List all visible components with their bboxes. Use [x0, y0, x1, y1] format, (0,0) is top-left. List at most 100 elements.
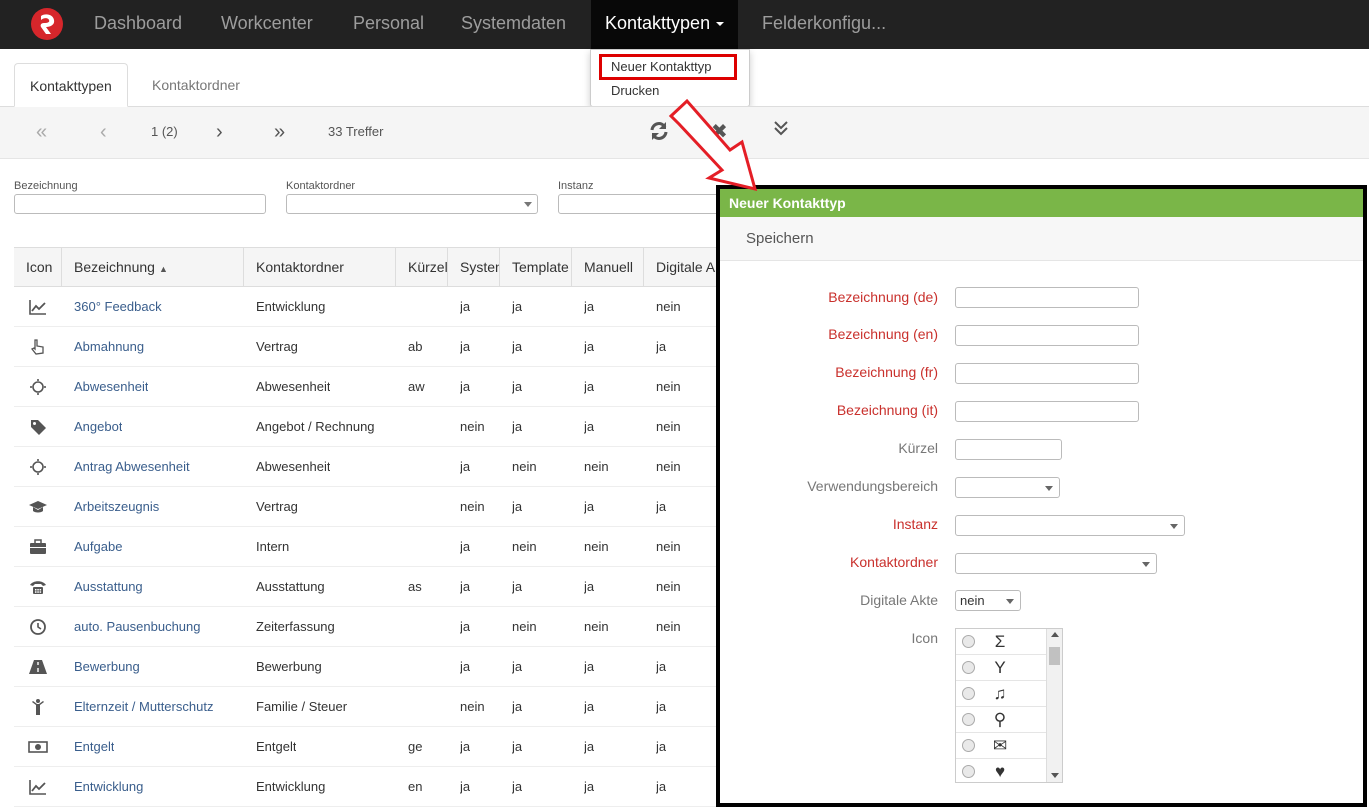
money-icon — [28, 738, 48, 756]
cell-bezeichnung[interactable]: Aufgabe — [74, 527, 122, 567]
col-header-bezeichnung[interactable]: Bezeichnung ▲ — [62, 248, 244, 286]
filter-kontaktordner-select[interactable] — [286, 194, 538, 214]
cell-bezeichnung[interactable]: Abmahnung — [74, 327, 144, 367]
table-row[interactable]: Antrag Abwesenheit Abwesenheit ja nein nein n… — [14, 447, 734, 487]
caret-down-icon — [1045, 486, 1053, 491]
next-page-icon[interactable]: › — [216, 121, 223, 144]
previous-page-icon[interactable]: ‹ — [100, 121, 107, 144]
cell-bezeichnung[interactable]: Arbeitszeugnis — [74, 487, 159, 527]
nav-dashboard[interactable]: Dashboard — [94, 0, 182, 49]
filter-bezeichnung-input[interactable] — [14, 194, 266, 214]
table-row[interactable]: 360° Feedback Entwicklung ja ja ja nein — [14, 287, 734, 327]
label-digitale-akte: Digitale Akte — [860, 592, 938, 608]
col-header-system[interactable]: Systen — [448, 248, 500, 286]
refresh-icon[interactable] — [648, 120, 670, 148]
icon-radio[interactable] — [962, 635, 975, 648]
icon-picker-list[interactable]: Σ Y ♫ ⚲ ✉ ♥ — [955, 628, 1063, 783]
table-row[interactable]: Bewerbung Bewerbung ja ja ja ja — [14, 647, 734, 687]
grid-header: Icon Bezeichnung ▲ Kontaktordner Kürzel S… — [14, 247, 734, 287]
cell-system: ja — [460, 379, 471, 394]
cell-bezeichnung[interactable]: Bewerbung — [74, 647, 140, 687]
nav-personal[interactable]: Personal — [353, 0, 424, 49]
cell-bezeichnung[interactable]: Entgelt — [74, 727, 114, 767]
top-navbar: Dashboard Workcenter Personal Systemdate… — [0, 0, 1369, 49]
table-row[interactable]: Aufgabe Intern ja nein nein nein — [14, 527, 734, 567]
icon-option[interactable]: ✉ — [956, 733, 1046, 759]
last-page-icon[interactable]: » — [274, 121, 285, 144]
col-header-icon[interactable]: Icon — [14, 248, 62, 286]
cell-manuell: ja — [584, 299, 595, 314]
icon-radio[interactable] — [962, 661, 975, 674]
digitale-akte-select[interactable]: nein — [955, 590, 1021, 611]
scrollbar[interactable] — [1046, 629, 1062, 782]
envelope-icon: ✉ — [992, 736, 1008, 755]
nav-kontakttypen[interactable]: Kontakttypen — [591, 0, 739, 49]
cell-manuell: ja — [584, 499, 595, 514]
col-header-kontaktordner[interactable]: Kontaktordner — [244, 248, 396, 286]
caret-down-icon — [1142, 562, 1150, 567]
cell-bezeichnung[interactable]: Angebot — [74, 407, 122, 447]
cell-template: ja — [512, 739, 523, 754]
bezeichnung-it-input[interactable] — [955, 401, 1139, 422]
col-header-template[interactable]: Template — [500, 248, 572, 286]
cell-template: nein — [512, 459, 537, 474]
table-row[interactable]: auto. Pausenbuchung Zeiterfassung ja nein ne… — [14, 607, 734, 647]
tab-kontaktordner[interactable]: Kontaktordner — [137, 63, 255, 107]
icon-option[interactable]: Y — [956, 655, 1046, 681]
nav-systemdaten[interactable]: Systemdaten — [461, 0, 566, 49]
table-row[interactable]: Abwesenheit Abwesenheit aw ja ja ja nein — [14, 367, 734, 407]
bezeichnung-fr-input[interactable] — [955, 363, 1139, 384]
icon-radio[interactable] — [962, 687, 975, 700]
kontaktordner-select[interactable] — [955, 553, 1157, 574]
table-row[interactable]: Angebot Angebot / Rechnung nein ja ja nein — [14, 407, 734, 447]
nav-workcenter[interactable]: Workcenter — [221, 0, 313, 49]
col-header-manuell[interactable]: Manuell — [572, 248, 644, 286]
table-row[interactable]: Ausstattung Ausstattung as ja ja ja nein — [14, 567, 734, 607]
cell-bezeichnung[interactable]: Antrag Abwesenheit — [74, 447, 190, 487]
cell-bezeichnung[interactable]: Entwicklung — [74, 767, 143, 807]
icon-option[interactable]: ♫ — [956, 681, 1046, 707]
cell-manuell: ja — [584, 779, 595, 794]
clear-filter-icon[interactable]: ✖ — [711, 119, 728, 144]
cell-system: nein — [460, 699, 485, 714]
cell-template: nein — [512, 539, 537, 554]
scroll-up-icon[interactable] — [1051, 632, 1059, 637]
nav-felderkonfiguration[interactable]: Felderkonfigu... — [762, 0, 886, 49]
table-row[interactable]: Entwicklung Entwicklung en ja ja ja ja — [14, 767, 734, 807]
page-indicator: 1 (2) — [151, 124, 178, 139]
cell-bezeichnung[interactable]: 360° Feedback — [74, 287, 162, 327]
glass-icon: Y — [994, 658, 1006, 677]
kuerzel-input[interactable] — [955, 439, 1062, 460]
cell-kontaktordner: Intern — [256, 539, 290, 554]
expand-all-icon[interactable] — [773, 119, 789, 143]
icon-option[interactable]: ⚲ — [956, 707, 1046, 733]
icon-option[interactable]: ♥ — [956, 759, 1046, 782]
table-row[interactable]: Abmahnung Vertrag ab ja ja ja ja — [14, 327, 734, 367]
tab-kontakttypen[interactable]: Kontakttypen — [14, 63, 128, 107]
bezeichnung-en-input[interactable] — [955, 325, 1139, 346]
instanz-select[interactable] — [955, 515, 1185, 536]
cell-bezeichnung[interactable]: Ausstattung — [74, 567, 143, 607]
filter-instanz-select[interactable] — [558, 194, 728, 214]
icon-radio[interactable] — [962, 713, 975, 726]
scroll-down-icon[interactable] — [1051, 773, 1059, 778]
table-row[interactable]: Entgelt Entgelt ge ja ja ja ja — [14, 727, 734, 767]
verwendungsbereich-select[interactable] — [955, 477, 1060, 498]
first-page-icon[interactable]: « — [36, 121, 47, 144]
icon-radio[interactable] — [962, 739, 975, 752]
cell-bezeichnung[interactable]: Elternzeit / Mutterschutz — [74, 687, 213, 727]
cell-bezeichnung[interactable]: auto. Pausenbuchung — [74, 607, 201, 647]
col-header-kuerzel[interactable]: Kürzel — [396, 248, 448, 286]
label-icon: Icon — [911, 630, 938, 646]
cell-digitale-akte: nein — [656, 459, 681, 474]
scrollbar-thumb[interactable] — [1049, 647, 1060, 665]
save-button[interactable]: Speichern — [746, 230, 814, 247]
icon-radio[interactable] — [962, 765, 975, 778]
app-logo[interactable] — [31, 8, 63, 40]
caret-down-icon — [716, 22, 725, 27]
table-row[interactable]: Elternzeit / Mutterschutz Familie / Steue… — [14, 687, 734, 727]
icon-option[interactable]: Σ — [956, 629, 1046, 655]
cell-bezeichnung[interactable]: Abwesenheit — [74, 367, 148, 407]
bezeichnung-de-input[interactable] — [955, 287, 1139, 308]
table-row[interactable]: Arbeitszeugnis Vertrag nein ja ja ja — [14, 487, 734, 527]
